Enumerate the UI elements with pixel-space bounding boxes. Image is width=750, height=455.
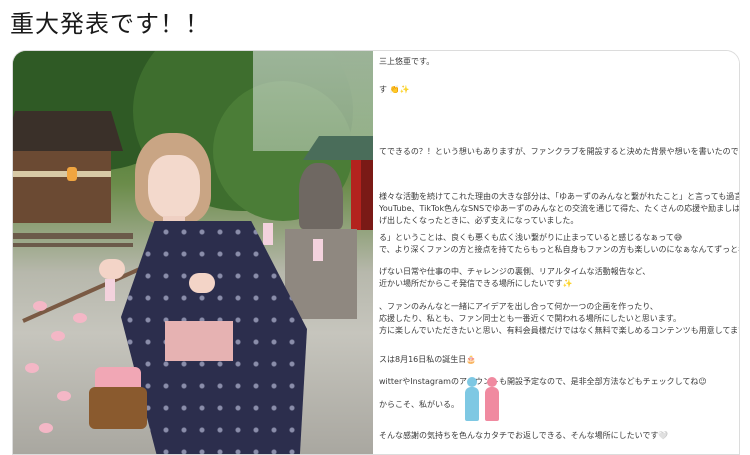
doc-line: YouTube、TikTok色んなSNSでゆあーずのみんなとの交流を通じて得た、… [379,204,739,213]
paper-strip [263,223,273,245]
blossom [33,301,47,311]
silhouette-blue-figure [465,377,479,421]
doc-line: 方に楽しんでいただきたいと思い、有料会員様だけではなく無料で楽しめるコンテンツも… [379,326,739,335]
post-headline: 重大発表です！！ [10,10,210,38]
doc-line: 様々な活動を続けてこれた理由の大きな部分は、「ゆあーずのみんなと繋がれたこと」と… [379,192,739,201]
komainu-statue [299,163,343,229]
doc-line: で、より深くファンの方と接点を持てたらもっと私自身もファンの方も楽しいのになぁな… [379,245,739,254]
doc-line: げ出したくなったときに、必ず支えになっていました。 [379,216,579,225]
doc-line: witterやInstagramのアカウントも開設予定なので、是非全部方法なども… [379,377,707,386]
paper-strip [313,239,323,261]
fence [13,233,133,239]
blossom [57,391,71,401]
face [148,155,200,219]
doc-line: 応援したり、私とも、ファン同士とも一番近くで関われる場所にしたいと思います。 [379,314,681,323]
doc-line: 、ファンのみんなと一緒にアイデアを出し合って何か一つの企画を作ったり、 [379,302,658,311]
doc-line: 近かい場所だからこそ発信できる場所にしたいです✨ [379,279,573,288]
fence [13,243,133,247]
doc-line: スは8月16日私の誕生日🎂 [379,355,477,364]
lantern [67,167,77,181]
doc-line: てできるの？！という想いもありますが、ファンクラブを開設すると決めた背景や想いを… [379,147,739,156]
blossom [39,423,53,433]
blossom [51,331,65,341]
blossom [73,313,87,323]
hand [189,273,215,293]
basket-bag [89,387,147,429]
doc-line: る」ということは、良くも悪くも広く浅い繋がりに止まっていると感じるなぁって😅 [379,233,683,242]
paper-strip [105,279,115,301]
announcement-document[interactable]: 三上悠亜です。 す 👏✨ てできるの？！という想いもありますが、ファンクラブを開… [373,51,739,454]
post-media-card[interactable]: 三上悠亜です。 す 👏✨ てできるの？！という想いもありますが、ファンクラブを開… [12,50,740,455]
basket-cloth [95,367,141,389]
doc-line: そんな感謝の気持ちを色んなカタチでお返しできる、そんな場所にしたいです🤍 [379,431,669,440]
doc-line: げない日常や仕事の中、チャレンジの裏側、リアルタイムな活動報告など、 [379,267,651,276]
obi-sash [165,321,233,361]
blossom [25,363,39,373]
hand [99,259,125,279]
doc-line: す 👏✨ [379,85,410,94]
doc-line: 三上悠亜です。 [379,57,435,66]
doc-line: からこそ、私がいる。 [379,400,459,409]
photo-woman-in-yukata[interactable] [13,51,373,454]
silhouette-pink-figure [485,377,499,421]
